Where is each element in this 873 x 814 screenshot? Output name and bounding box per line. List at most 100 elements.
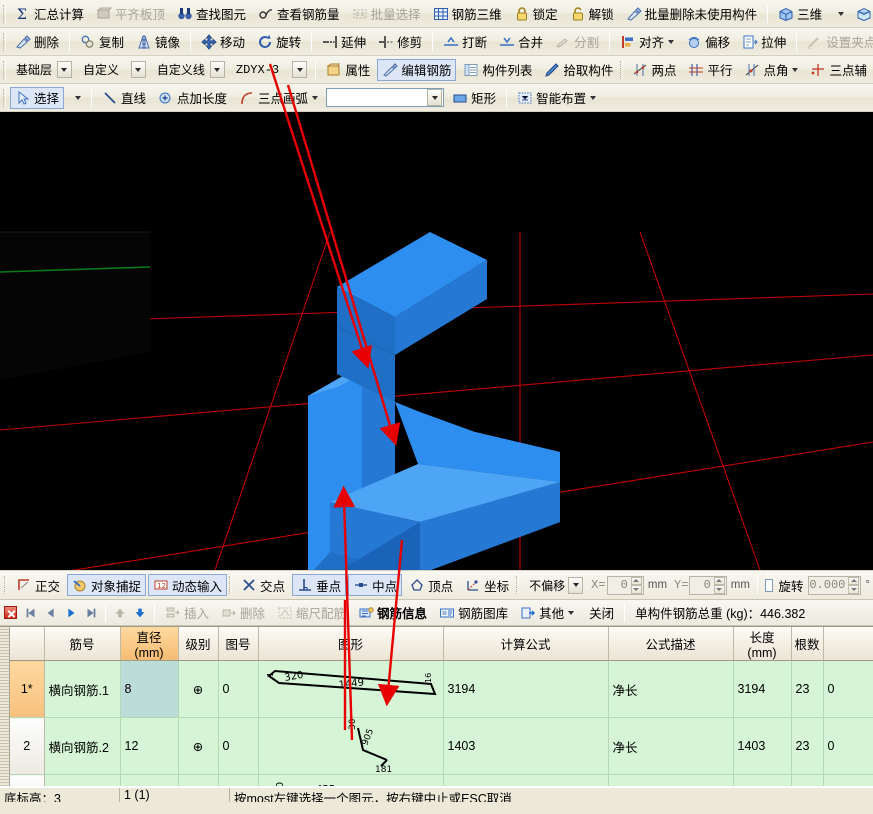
cell-grade[interactable]: Φ [178,774,219,786]
toolbar-button-mirror[interactable]: 镜像 [131,31,185,53]
toolbar-button-summary-calc[interactable]: Σ 汇总计算 [10,3,89,25]
toolbar-button-properties[interactable]: 属性 [321,59,375,81]
toolbar-button-pick-component[interactable]: 拾取构件 [539,59,618,81]
row-index[interactable]: 2 [10,717,45,775]
rotate-angle-input[interactable]: 0.000 [808,575,862,595]
toolbar-button-three-point-aux[interactable]: 三点辅 [805,59,872,81]
cell-diameter[interactable]: 8 [120,660,179,718]
toolbar-button-trim[interactable]: 修剪 [373,31,427,53]
snap-button-midpoint[interactable]: 中点 [348,574,403,596]
header-length[interactable]: 长度 (mm) [733,627,792,661]
header-grade[interactable]: 级别 [178,627,219,661]
toolbar-button-two-point[interactable]: 两点 [627,59,681,81]
chevron-down-icon[interactable] [427,89,443,106]
toolbar-button-component-list[interactable]: 构件列表 [458,59,537,81]
cell-diameter[interactable]: 10 [120,774,179,786]
header-description[interactable]: 公式描述 [608,627,734,661]
cell-length[interactable]: 1403 [733,717,792,775]
toolbar-button-move[interactable]: 移动 [196,31,250,53]
toolbar-grip[interactable] [516,576,520,594]
toolbar-grip[interactable] [3,4,6,23]
close-icon[interactable] [4,606,17,619]
toolbar-button-rebar-3d[interactable]: 钢筋三维 [428,3,507,25]
y-coordinate-input[interactable]: 0 [689,575,727,595]
header-rebar-number[interactable]: 筋号 [44,627,121,661]
header-drawing-no[interactable]: 图号 [218,627,259,661]
rebar-button-other[interactable]: 其他 [515,602,579,624]
toolbar-grip[interactable] [620,60,624,79]
cell-grade[interactable]: ⊕ [178,717,219,775]
toolbar-grip[interactable] [4,576,7,594]
cell-diameter[interactable]: 12 [120,717,179,775]
toolbar-grip[interactable] [229,576,233,594]
row-index[interactable]: 1* [10,660,45,718]
rebar-button-delete-row[interactable]: 删除 [216,602,270,624]
toolbar-button-offset[interactable]: 偏移 [681,31,735,53]
toolbar-button-merge[interactable]: 合并 [494,31,548,53]
snap-button-coordinate[interactable]: 坐标 [460,574,514,596]
table-row[interactable]: 1* 横向钢筋.1 8 ⊕ 0 1 320 1449 16 3194 净长 31… [0,660,873,718]
combo-draw-options[interactable] [326,88,445,107]
chevron-down-icon[interactable] [209,61,225,78]
cell-description[interactable]: 净长 [608,717,734,775]
cell-description[interactable]: 净长 [608,660,734,718]
first-record-button[interactable] [21,603,41,623]
cell-count[interactable]: 23 [791,660,824,718]
table-row[interactable]: 2 横向钢筋.2 12 ⊕ 0 306 905 181 1403 净长 1403… [0,717,873,775]
combo-component-subtype[interactable]: 自定义线 [152,60,227,79]
toolbar-button-find-element[interactable]: 查找图元 [172,3,251,25]
chevron-down-icon[interactable] [56,61,72,78]
cell-shape[interactable]: 306 905 181 [258,717,444,775]
header-extra[interactable] [823,627,873,661]
toolbar-button-point-plus-length[interactable]: 点加长度 [153,87,232,109]
cell-drawing-no[interactable]: 0 [218,717,259,775]
toolbar-button-parallel[interactable]: 平行 [683,59,737,81]
toolbar-button-unlock[interactable]: 解锁 [565,3,619,25]
cell-shape[interactable]: 1 320 1449 16 [258,660,444,718]
cell-drawing-no[interactable]: 0 [218,660,259,718]
rebar-button-rebar-library[interactable]: 钢筋图库 [434,602,513,624]
toolbar-grip[interactable] [3,88,6,107]
toolbar-button-batch-delete-unused[interactable]: 批量删除未使用构件 [621,3,763,25]
cell-extra[interactable]: 0 [823,717,873,775]
toolbar-button-extend[interactable]: 延伸 [317,31,371,53]
toolbar-button-edit-rebar[interactable]: 编辑钢筋 [377,58,457,81]
combo-floor-level[interactable]: 基础层 [11,60,74,79]
snap-button-dynamic-input[interactable]: 12 动态输入 [148,574,228,596]
toolbar-button-view-rebar-qty[interactable]: 查看钢筋量 [253,3,345,25]
rotate-spinner[interactable] [848,576,860,594]
toolbar-button-line[interactable]: 直线 [97,87,151,109]
cell-shape[interactable]: 455 150 63 [258,774,444,786]
combo-component-name[interactable]: ZDYX-3 [231,60,309,79]
combo-offset-mode[interactable]: 不偏移 [524,576,585,595]
toolbar-button-align[interactable]: 对齐 [615,31,679,53]
toolbar-button-split[interactable]: 分割 [550,31,604,53]
3d-viewport[interactable]: Z X Y [0,112,873,570]
rebar-button-scaled-rebar[interactable]: 缩尺配筋 [272,602,351,624]
header-formula[interactable]: 计算公式 [443,627,609,661]
toolbar-button-rotate[interactable]: 旋转 [252,31,306,53]
toolbar-button-set-grip[interactable]: 设置夹点 [802,31,873,53]
toolbar-button-copy[interactable]: 复制 [75,31,129,53]
chevron-down-icon[interactable] [568,576,584,594]
snap-button-intersection[interactable]: 交点 [236,574,290,596]
cell-rebar-number[interactable]: 横向钢筋.3 [44,774,121,786]
cell-drawing-no[interactable]: 0 [218,774,259,786]
table-row[interactable]: 3 横向钢筋.3 10 Φ 0 455 150 [0,774,873,786]
snap-button-vertex[interactable]: 顶点 [404,574,458,596]
toolbar-button-lock[interactable]: 锁定 [509,3,563,25]
move-up-button[interactable] [110,603,130,623]
cell-rebar-number[interactable]: 横向钢筋.2 [44,717,121,775]
toolbar-grip[interactable] [3,60,6,79]
chevron-down-icon[interactable] [292,61,308,78]
move-down-button[interactable] [130,603,150,623]
x-spinner[interactable] [630,576,642,594]
x-coordinate-input[interactable]: 0 [606,575,644,595]
toolbar-button-align-slab-top[interactable]: 平齐板顶 [91,3,170,25]
toolbar-button-select[interactable]: 选择 [10,86,65,109]
chevron-down-icon[interactable] [130,61,146,78]
toolbar-button-top-view[interactable]: 俯视 [851,3,873,25]
combo-component-type[interactable]: 自定义 [78,60,148,79]
snap-button-object-snap[interactable]: 对象捕捉 [67,574,147,596]
header-count[interactable]: 根数 [791,627,824,661]
